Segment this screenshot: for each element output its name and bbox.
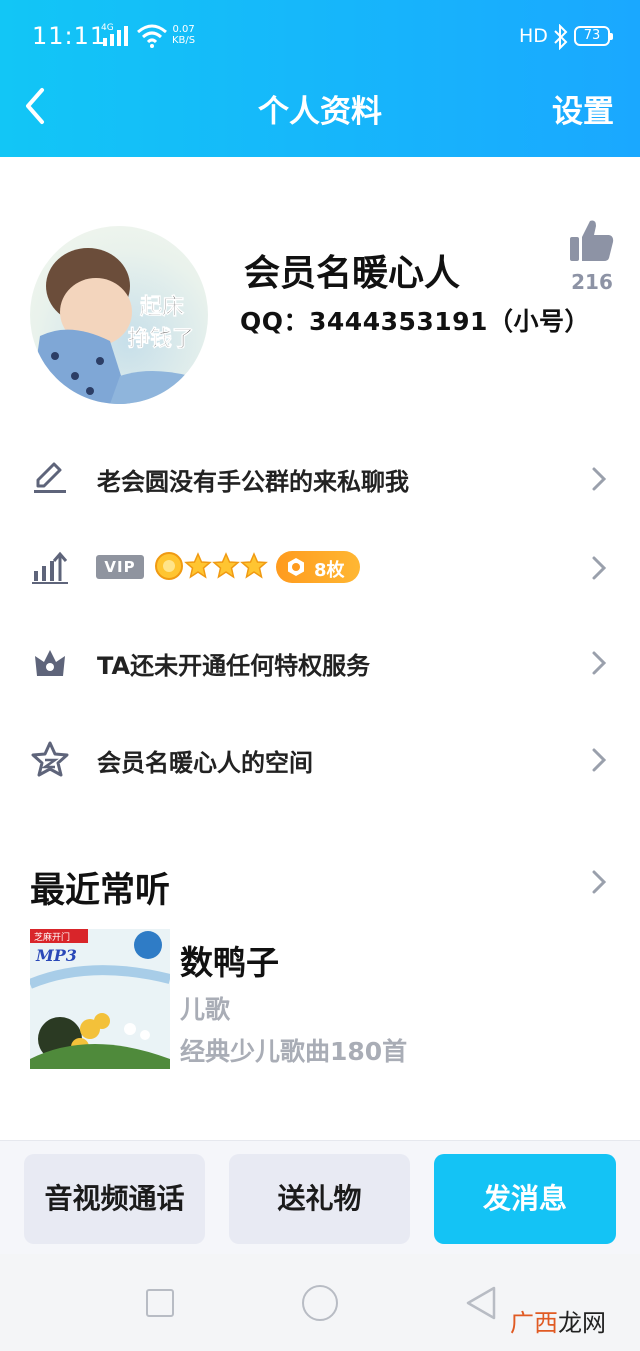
- thumbs-up-icon[interactable]: [568, 217, 616, 265]
- svg-text:起床: 起床: [139, 294, 185, 320]
- send-gift-button[interactable]: 送礼物: [229, 1154, 410, 1244]
- chevron-right-icon: [592, 748, 607, 772]
- nickname: 会员名暖心人: [244, 253, 461, 294]
- crown-level-icon: [155, 552, 183, 580]
- vip-badge: VIP: [96, 555, 144, 579]
- recent-section-title: 最近常听: [30, 871, 171, 911]
- bluetooth-icon: [554, 24, 568, 50]
- star-level-icon: [184, 552, 212, 579]
- battery-icon: 73: [574, 26, 613, 46]
- network-speed: 0.07 KB/S: [172, 24, 196, 46]
- album-cover[interactable]: 芝麻开门 MP3: [30, 929, 170, 1069]
- page-title: 个人资料: [258, 94, 382, 130]
- coin-count: 8枚: [314, 560, 345, 581]
- video-call-button[interactable]: 音视频通话: [24, 1154, 205, 1244]
- svg-text:挣钱了: 挣钱了: [128, 326, 194, 352]
- privilege-crown-icon: [35, 650, 65, 676]
- wifi-icon: [137, 24, 167, 48]
- pencil-icon: [34, 462, 66, 493]
- album-art: 芝麻开门 MP3: [30, 929, 170, 1069]
- header-bar: 11:11 4G 0.07 KB/S HD 73 个人资料 设置: [0, 0, 640, 157]
- signal-icon: [103, 26, 128, 46]
- level-row[interactable]: VIP 8枚: [0, 537, 640, 597]
- qzone-star-icon: [31, 741, 69, 777]
- chevron-right-icon[interactable]: [590, 868, 608, 896]
- settings-button[interactable]: 设置: [552, 86, 614, 131]
- like-count: 216: [571, 270, 613, 294]
- song-artist: 儿歌: [180, 995, 231, 1024]
- level-chart-icon: [32, 551, 68, 584]
- song-title[interactable]: 数鸭子: [180, 936, 279, 984]
- hd-indicator: HD: [519, 25, 548, 47]
- watermark: 广西龙网: [510, 1309, 606, 1337]
- avatar-image: 起床 挣钱了: [30, 248, 208, 404]
- star-level-icon: [240, 552, 268, 579]
- send-message-button[interactable]: 发消息: [434, 1154, 616, 1244]
- avatar[interactable]: 起床 挣钱了: [30, 226, 208, 404]
- star-level-icon: [212, 552, 240, 579]
- signature-row[interactable]: 老会圆没有手公群的来私聊我: [0, 448, 640, 508]
- nav-back-button[interactable]: [464, 1285, 498, 1321]
- svg-text:MP3: MP3: [35, 946, 77, 965]
- svg-text:芝麻开门: 芝麻开门: [34, 931, 70, 943]
- qzone-text: 会员名暖心人的空间: [97, 749, 313, 777]
- privilege-text: TA还未开通任何特权服务: [97, 652, 371, 680]
- chevron-right-icon: [592, 556, 607, 580]
- home-button[interactable]: [302, 1285, 338, 1321]
- status-time: 11:11: [32, 22, 107, 50]
- recent-apps-button[interactable]: [146, 1289, 174, 1317]
- status-bar: 11:11 4G 0.07 KB/S HD 73: [0, 0, 640, 72]
- qq-number: QQ：3444353191（小号）: [240, 307, 590, 336]
- signature-text: 老会圆没有手公群的来私聊我: [97, 468, 409, 496]
- coin-icon: [288, 558, 304, 576]
- coin-badge: 8枚: [276, 551, 360, 583]
- song-album: 经典少儿歌曲180首: [180, 1037, 408, 1066]
- qzone-row[interactable]: 会员名暖心人的空间: [0, 729, 640, 789]
- chevron-right-icon: [592, 651, 607, 675]
- privilege-row[interactable]: TA还未开通任何特权服务: [0, 632, 640, 692]
- chevron-right-icon: [592, 467, 607, 491]
- action-bar: 音视频通话 送礼物 发消息: [0, 1140, 640, 1254]
